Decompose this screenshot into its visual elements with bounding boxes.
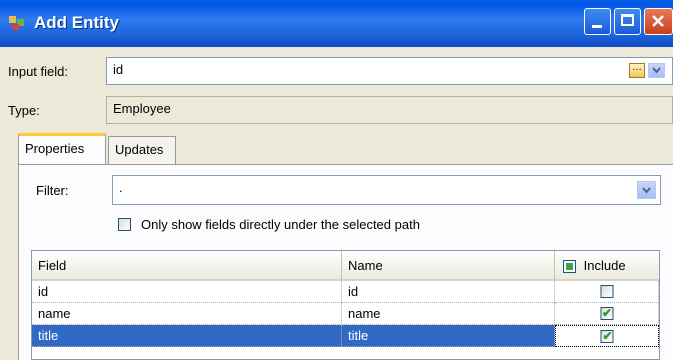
close-button[interactable]	[644, 8, 673, 35]
maximize-icon	[621, 14, 634, 26]
checkmark-icon: ✔	[602, 329, 613, 343]
field-cell: name	[32, 303, 342, 325]
window-title: Add Entity	[34, 13, 119, 32]
table-row[interactable]: name name ✔	[32, 303, 659, 325]
only-show-label: Only show fields directly under the sele…	[141, 217, 420, 232]
include-cell: ✔	[555, 303, 659, 325]
checkmark-icon: ✔	[602, 306, 613, 320]
include-cell	[555, 281, 659, 303]
minimize-button[interactable]	[584, 8, 611, 35]
filter-value: .	[119, 180, 123, 195]
column-header-include[interactable]: Include	[555, 251, 659, 281]
filter-label: Filter:	[36, 183, 69, 198]
filter-select[interactable]: .	[112, 175, 661, 205]
chevron-down-icon	[652, 67, 661, 74]
field-cell: title	[32, 325, 342, 347]
type-label: Type:	[8, 103, 40, 118]
dialog-body: Input field: id … Type: Employee Propert…	[0, 47, 673, 360]
chevron-down-icon	[642, 187, 651, 194]
column-header-include-label: Include	[583, 258, 626, 273]
input-field-value: id	[113, 62, 124, 77]
field-cell: id	[32, 281, 342, 303]
column-header-name-label: Name	[348, 258, 383, 273]
name-cell: name	[342, 303, 555, 325]
close-icon	[652, 15, 664, 27]
filter-dropdown-button[interactable]	[637, 181, 656, 199]
type-field: Employee	[106, 96, 673, 124]
indeterminate-icon	[566, 263, 573, 271]
column-header-field[interactable]: Field	[32, 251, 342, 281]
app-icon	[9, 16, 24, 30]
include-cell: ✔	[555, 325, 659, 347]
maximize-button[interactable]	[614, 8, 641, 35]
name-cell: id	[342, 281, 555, 303]
include-checkbox[interactable]: ✔	[600, 329, 614, 343]
column-header-field-label: Field	[38, 258, 67, 273]
name-cell: title	[342, 325, 555, 347]
input-field-label: Input field:	[8, 64, 68, 79]
column-header-name[interactable]: Name	[342, 251, 555, 281]
tab-properties-label: Properties	[25, 141, 85, 156]
input-field-dropdown-button[interactable]	[648, 63, 665, 78]
table-row[interactable]: id id	[32, 281, 659, 303]
tab-updates-label: Updates	[115, 142, 164, 157]
table-row-selected[interactable]: title title ✔	[32, 325, 659, 347]
include-checkbox[interactable]: ✔	[600, 306, 613, 320]
minimize-icon	[592, 25, 602, 28]
tab-properties[interactable]: Properties	[18, 133, 106, 164]
only-show-checkbox[interactable]	[118, 218, 131, 231]
type-value: Employee	[113, 101, 171, 116]
include-checkbox[interactable]	[600, 285, 613, 298]
include-all-checkbox[interactable]	[563, 260, 576, 274]
input-field-input[interactable]: id …	[106, 57, 673, 85]
tab-updates[interactable]: Updates	[108, 136, 176, 164]
ellipsis-icon: …	[632, 62, 642, 73]
browse-button[interactable]: …	[629, 63, 645, 78]
title-bar[interactable]: Add Entity	[0, 0, 673, 47]
entity-fields-table: Field Name Include id id name name ✔ tit…	[31, 250, 660, 360]
